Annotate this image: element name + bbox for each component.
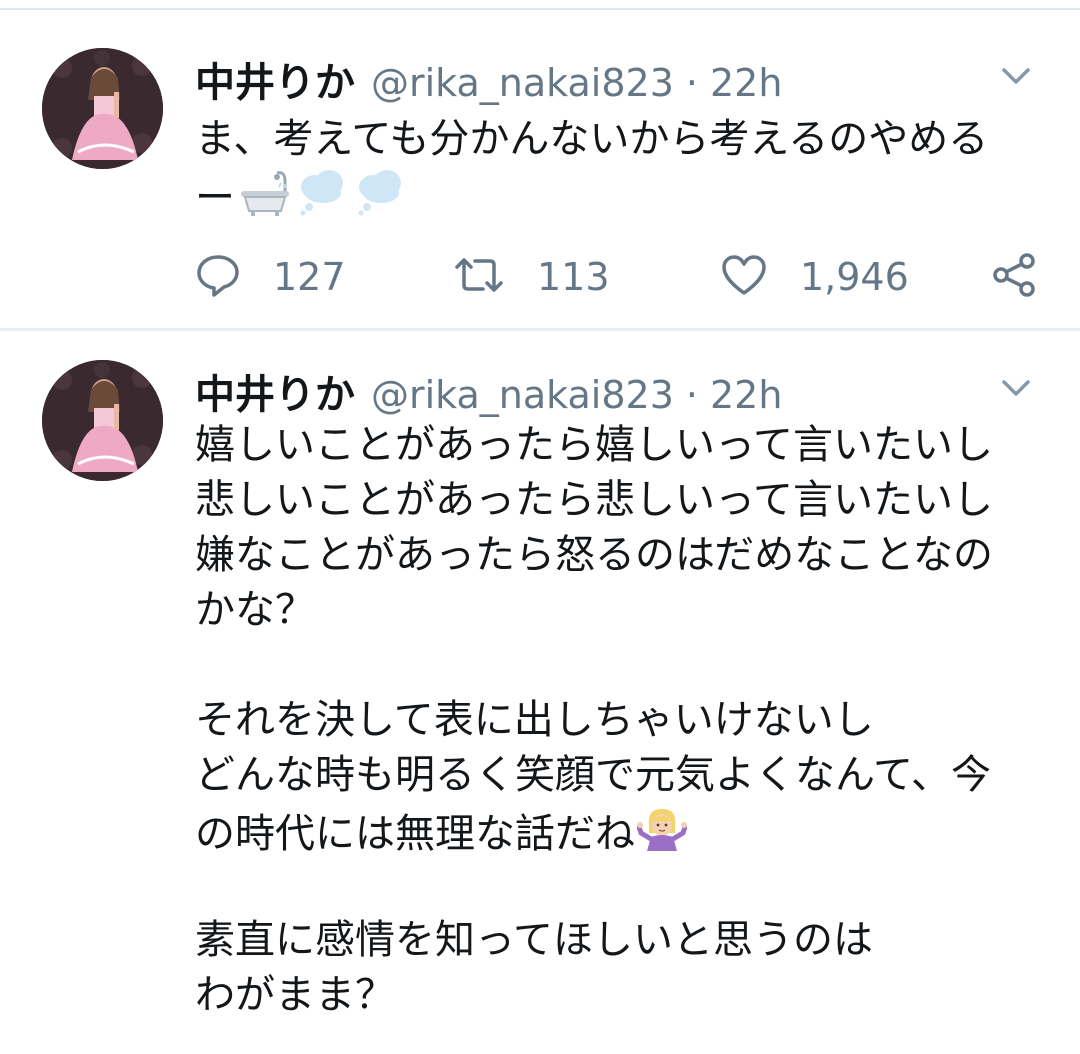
tweet-actions: 127 113 1,946 xyxy=(195,252,1040,302)
share-button[interactable] xyxy=(991,252,1039,302)
avatar[interactable] xyxy=(42,48,163,169)
tweet-text-line: どんな時も明るく笑顔で元気よくなんて、今 xyxy=(195,752,991,798)
heart-icon xyxy=(720,253,768,301)
user-handle[interactable]: @rika_nakai823 xyxy=(371,373,674,417)
person-shrugging-icon xyxy=(636,803,688,868)
tweet[interactable]: 中井りか @rika_nakai823 · 22h 嬉しいことがあったら嬉しいっ… xyxy=(0,332,1080,1054)
top-divider xyxy=(0,8,1080,10)
tweet-text-line: 素直に感情を知ってほしいと思うのは xyxy=(195,917,873,963)
timestamp[interactable]: 22h xyxy=(710,373,782,417)
chevron-down-icon[interactable] xyxy=(998,374,1034,402)
like-count: 1,946 xyxy=(800,255,909,299)
tweet-header: 中井りか @rika_nakai823 · 22h xyxy=(195,362,782,418)
tweet-text-fragment: の時代には無理な話だね xyxy=(195,811,635,857)
reply-count: 127 xyxy=(273,255,346,299)
share-icon xyxy=(991,251,1039,303)
tweet-text-line: かな？ xyxy=(195,587,315,633)
retweet-button[interactable]: 113 xyxy=(453,252,610,302)
timestamp[interactable]: 22h xyxy=(710,61,782,105)
tweet-divider xyxy=(0,328,1080,331)
tweet-text-line: 嫌なことがあったら怒るのはだめなことなの xyxy=(195,532,993,578)
like-button[interactable]: 1,946 xyxy=(720,252,909,302)
tweet-text-line: ー xyxy=(195,167,1055,222)
tweet-header: 中井りか @rika_nakai823 · 22h xyxy=(195,50,782,106)
thought-balloon-icon xyxy=(353,167,409,232)
display-name[interactable]: 中井りか xyxy=(195,50,355,108)
tweet[interactable]: 中井りか @rika_nakai823 · 22h ま、考えても分かんないから考… xyxy=(0,20,1080,330)
thought-balloon-icon xyxy=(295,167,351,232)
reply-button[interactable]: 127 xyxy=(195,252,346,302)
user-handle[interactable]: @rika_nakai823 xyxy=(371,61,674,105)
bathtub-icon xyxy=(237,167,293,232)
retweet-count: 113 xyxy=(537,255,610,299)
header-separator: · xyxy=(685,373,698,417)
tweet-text-line: それを決して表に出しちゃいけないし xyxy=(195,697,874,743)
tweet-text-line: 嬉しいことがあったら嬉しいって言いたいし xyxy=(195,422,993,468)
reply-icon xyxy=(195,252,241,302)
avatar[interactable] xyxy=(42,360,163,481)
retweet-icon xyxy=(453,255,505,299)
tweet-text: 嬉しいことがあったら嬉しいって言いたいし 悲しいことがあったら悲しいって言いたい… xyxy=(195,418,1055,1023)
tweet-text-fragment: ー xyxy=(195,175,235,221)
tweet-text-line: の時代には無理な話だね xyxy=(195,803,1055,858)
chevron-down-icon[interactable] xyxy=(998,62,1034,90)
header-separator: · xyxy=(685,61,698,105)
tweet-text: ま、考えても分かんないから考えるのやめる ー xyxy=(195,112,1055,222)
tweet-text-line: 悲しいことがあったら悲しいって言いたいし xyxy=(195,477,993,523)
display-name[interactable]: 中井りか xyxy=(195,362,355,420)
tweet-text-line: ま、考えても分かんないから考えるのやめる xyxy=(195,116,989,162)
tweet-text-line: わがまま？ xyxy=(195,972,395,1018)
